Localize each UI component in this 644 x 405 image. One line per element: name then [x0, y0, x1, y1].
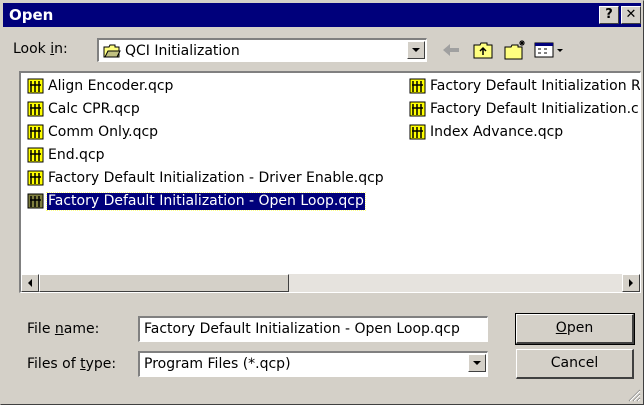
- help-button[interactable]: ?: [599, 6, 619, 24]
- close-button[interactable]: ✕: [621, 6, 641, 24]
- qcp-file-icon: [27, 101, 44, 117]
- view-menu-icon[interactable]: [533, 39, 567, 61]
- close-icon: ✕: [625, 7, 637, 22]
- scroll-left-button[interactable]: [21, 274, 39, 292]
- back-arrow-icon[interactable]: [439, 39, 463, 61]
- qcp-file-icon: [27, 170, 44, 186]
- help-icon: ?: [605, 7, 613, 22]
- file-name: Comm Only.qcp: [48, 124, 159, 140]
- qcp-file-icon: [409, 124, 426, 140]
- file-name: Factory Default Initialization.c: [430, 101, 639, 117]
- file-name: End.qcp: [48, 147, 105, 163]
- up-folder-icon[interactable]: [471, 39, 495, 61]
- file-name-label: File name:: [27, 321, 100, 337]
- file-name: Factory Default Initialization R: [430, 78, 641, 94]
- files-of-type-combo[interactable]: Program Files (*.qcp): [138, 351, 488, 377]
- scroll-right-button[interactable]: [622, 274, 640, 292]
- arrow-right-icon: [629, 279, 633, 287]
- file-name: Align Encoder.qcp: [48, 78, 174, 94]
- look-in-dropdown-button[interactable]: [407, 41, 425, 59]
- chevron-down-icon: [412, 48, 420, 52]
- chevron-down-icon: [473, 361, 481, 365]
- qcp-file-icon: [27, 124, 44, 140]
- qcp-file-icon: [409, 101, 426, 117]
- files-of-type-label: Files of type:: [27, 356, 117, 372]
- file-name: Factory Default Initialization - Driver …: [48, 170, 384, 186]
- window-title: Open: [9, 6, 54, 24]
- qcp-file-icon: [27, 78, 44, 94]
- qcp-file-icon: [409, 78, 426, 94]
- title-bar[interactable]: Open ? ✕: [3, 3, 641, 27]
- cancel-button[interactable]: Cancel: [516, 349, 634, 379]
- resize-grip-icon[interactable]: [627, 388, 641, 402]
- open-button[interactable]: Open: [515, 313, 635, 345]
- files-of-type-dropdown-button[interactable]: [468, 354, 486, 372]
- qcp-file-icon: [27, 193, 44, 209]
- file-list[interactable]: Align Encoder.qcp Calc CPR.qcp Comm Only…: [19, 71, 641, 293]
- file-name: Calc CPR.qcp: [48, 101, 140, 117]
- horizontal-scrollbar[interactable]: [21, 274, 640, 292]
- look-in-value: QCI Initialization: [125, 43, 240, 59]
- look-in-combo[interactable]: QCI Initialization: [97, 38, 427, 62]
- look-in-label: Look in:: [13, 41, 68, 57]
- file-name-input[interactable]: Factory Default Initialization - Open Lo…: [138, 316, 488, 342]
- file-name: Index Advance.qcp: [430, 124, 564, 140]
- file-name-value: Factory Default Initialization - Open Lo…: [144, 321, 460, 337]
- new-folder-icon[interactable]: [503, 39, 527, 61]
- qcp-file-icon: [27, 147, 44, 163]
- arrow-left-icon: [28, 279, 32, 287]
- open-dialog: Open ? ✕ Look in: QCI Initialization Ali…: [0, 0, 644, 405]
- files-of-type-value: Program Files (*.qcp): [144, 356, 291, 372]
- folder-open-icon: [103, 44, 121, 58]
- scrollbar-thumb[interactable]: [39, 274, 289, 292]
- file-name: Factory Default Initialization - Open Lo…: [46, 192, 366, 211]
